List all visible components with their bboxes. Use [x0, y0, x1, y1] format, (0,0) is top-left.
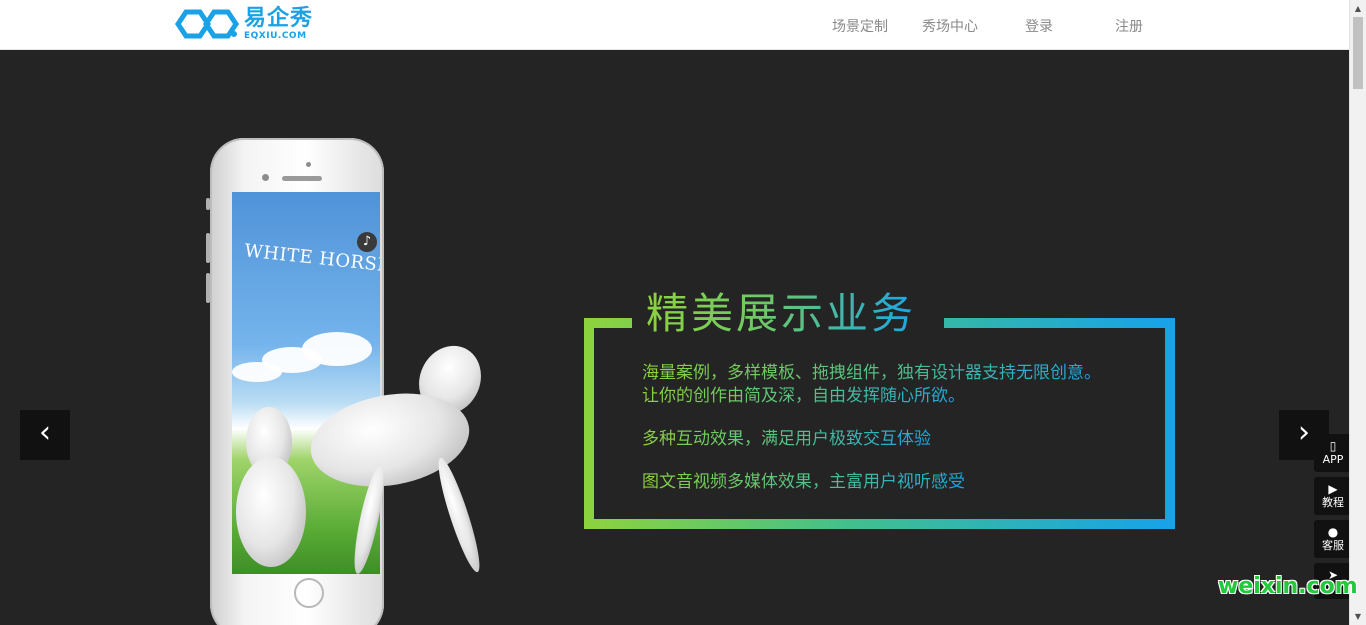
page-scrollbar[interactable]: ▲ ▼ [1349, 0, 1366, 625]
side-tutorial-button[interactable]: ▶ 教程 [1314, 477, 1352, 515]
cloud-shape [302, 332, 372, 366]
logo-text: 易企秀 EQXIU.COM [244, 5, 314, 41]
scroll-up-arrow-icon[interactable]: ▲ [1350, 0, 1366, 17]
phone-front-sensor [306, 162, 311, 167]
phone-icon: ▯ [1329, 439, 1337, 453]
phone-home-button [294, 578, 324, 608]
side-app-label: APP [1322, 453, 1344, 466]
phone-volume-down [206, 273, 210, 303]
nav-showcase-center[interactable]: 秀场中心 [922, 16, 978, 36]
phone-volume-up [206, 233, 210, 263]
user-icon: ● [1327, 525, 1339, 539]
feature-line-3: 多种互动效果，满足用户极致交互体验 [642, 424, 931, 449]
phone-mute-switch [206, 198, 210, 210]
side-service-button[interactable]: ● 客服 [1314, 520, 1352, 558]
phone-screen: WHITE HORSE ♪ [232, 192, 380, 574]
phone-speaker [282, 176, 322, 181]
chevron-left-icon: ‹ [39, 415, 51, 450]
nav-register[interactable]: 注册 [1115, 16, 1143, 36]
feature-line-2: 让你的创作由简及深，自由发挥随心所欲。 [642, 381, 965, 406]
play-icon: ▶ [1328, 482, 1338, 496]
hero-banner: WHITE HORSE ♪ 精美展示业务 海量案例，多样模板、拖拽组件，独有设计… [0, 50, 1349, 625]
logo-en-text: EQXIU.COM [244, 30, 307, 41]
scroll-thumb[interactable] [1353, 17, 1363, 89]
nav-scene-custom[interactable]: 场景定制 [832, 16, 888, 36]
logo-cn-text: 易企秀 [244, 5, 314, 31]
feature-line-1: 海量案例，多样模板、拖拽组件，独有设计器支持无限创意。 [642, 358, 1101, 383]
chevron-right-icon: › [1298, 415, 1310, 450]
feature-line-4: 图文音视频多媒体效果，主富用户视听感受 [642, 467, 965, 492]
logo-mark-icon [174, 9, 240, 39]
cloud-shape [232, 362, 282, 382]
watermark-text: weixin.com [1218, 574, 1358, 599]
side-service-label: 客服 [1322, 539, 1344, 552]
slider-prev-button[interactable]: ‹ [20, 410, 70, 460]
site-logo[interactable]: 易企秀 EQXIU.COM [174, 6, 313, 42]
phone-camera [262, 174, 269, 181]
nav-login[interactable]: 登录 [1025, 16, 1053, 36]
music-note-icon[interactable]: ♪ [357, 232, 377, 252]
feature-title: 精美展示业务 [646, 280, 916, 341]
scroll-down-arrow-icon[interactable]: ▼ [1350, 608, 1366, 625]
top-header: 易企秀 EQXIU.COM 场景定制 秀场中心 登录 注册 [0, 0, 1349, 50]
side-app-button[interactable]: ▯ APP [1314, 434, 1352, 472]
side-tutorial-label: 教程 [1322, 496, 1344, 509]
